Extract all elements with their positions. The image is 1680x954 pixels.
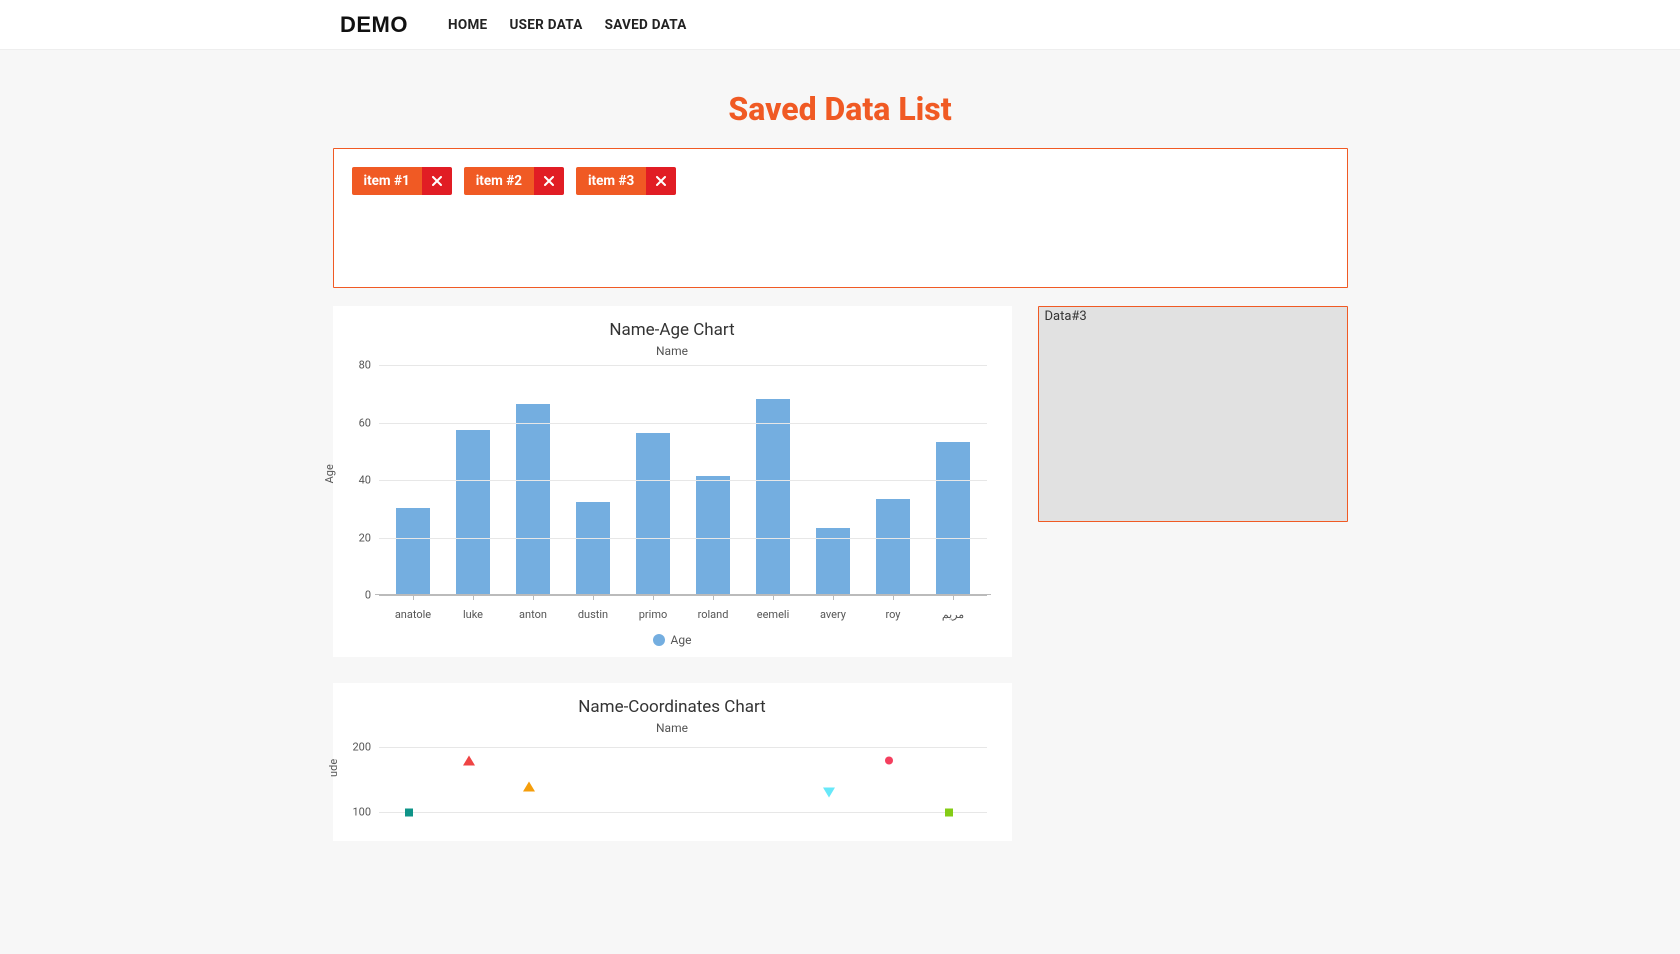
bar[interactable]	[636, 433, 670, 594]
x-tick: eemeli	[743, 608, 803, 621]
bar[interactable]	[936, 442, 970, 594]
y-tick: 200	[352, 741, 379, 754]
brand-logo[interactable]: DEMO	[340, 12, 408, 38]
name-coordinates-chart-card: Name-Coordinates Chart Name ude 100200	[333, 683, 1012, 841]
saved-items-box: item #1 item #2 item #3	[333, 148, 1348, 288]
x-tick: dustin	[563, 608, 623, 621]
y-axis-label: Age	[323, 464, 336, 483]
close-icon[interactable]	[534, 167, 564, 195]
x-tick: roland	[683, 608, 743, 621]
scatter-point[interactable]	[944, 802, 954, 821]
bar[interactable]	[876, 499, 910, 594]
navbar: DEMO HOME USER DATA SAVED DATA	[0, 0, 1680, 50]
saved-items-chips: item #1 item #2 item #3	[352, 167, 1329, 195]
scatter-point[interactable]	[404, 802, 414, 821]
chart-legend: Age	[341, 633, 1004, 647]
chart-subtitle: Name	[341, 344, 1004, 358]
y-tick: 40	[359, 474, 379, 487]
legend-label: Age	[671, 633, 692, 647]
bar[interactable]	[516, 404, 550, 594]
x-tick: avery	[803, 608, 863, 621]
y-tick: 20	[359, 531, 379, 544]
scatter-point[interactable]	[523, 777, 535, 796]
saved-item-chip[interactable]: item #1	[352, 167, 452, 195]
nav-link-saved-data[interactable]: SAVED DATA	[605, 17, 687, 33]
y-tick: 0	[365, 589, 379, 602]
close-icon[interactable]	[646, 167, 676, 195]
nav-link-home[interactable]: HOME	[448, 17, 487, 33]
bar[interactable]	[456, 430, 490, 594]
close-icon[interactable]	[422, 167, 452, 195]
chip-label: item #2	[464, 167, 534, 195]
chart-title: Name-Coordinates Chart	[341, 697, 1004, 717]
x-tick: primo	[623, 608, 683, 621]
chart-title: Name-Age Chart	[341, 320, 1004, 340]
page-title: Saved Data List	[333, 90, 1348, 128]
chart-subtitle: Name	[341, 721, 1004, 735]
data-detail-label: Data#3	[1045, 309, 1087, 324]
y-tick: 100	[352, 805, 379, 818]
chip-label: item #3	[576, 167, 646, 195]
x-tick: anatole	[383, 608, 443, 621]
x-tick: luke	[443, 608, 503, 621]
x-tick: roy	[863, 608, 923, 621]
scatter-point[interactable]	[884, 751, 894, 770]
name-age-chart-card: Name-Age Chart Name Age 0 20 40 60 80 anatol…	[333, 306, 1012, 657]
y-axis-label: ude	[327, 759, 340, 777]
saved-item-chip[interactable]: item #3	[576, 167, 676, 195]
bar[interactable]	[756, 399, 790, 595]
scatter-point[interactable]	[463, 751, 475, 770]
saved-item-chip[interactable]: item #2	[464, 167, 564, 195]
x-tick: anton	[503, 608, 563, 621]
nav-link-user-data[interactable]: USER DATA	[509, 17, 582, 33]
y-tick: 80	[359, 359, 379, 372]
bar[interactable]	[576, 502, 610, 594]
bar[interactable]	[696, 476, 730, 594]
y-tick: 60	[359, 416, 379, 429]
data-detail-panel[interactable]: Data#3	[1038, 306, 1348, 522]
nav-links: HOME USER DATA SAVED DATA	[448, 17, 687, 33]
chip-label: item #1	[352, 167, 422, 195]
x-tick: مريم	[923, 608, 983, 621]
bar[interactable]	[396, 508, 430, 594]
scatter-point[interactable]	[823, 783, 835, 802]
legend-dot-icon	[653, 634, 665, 646]
